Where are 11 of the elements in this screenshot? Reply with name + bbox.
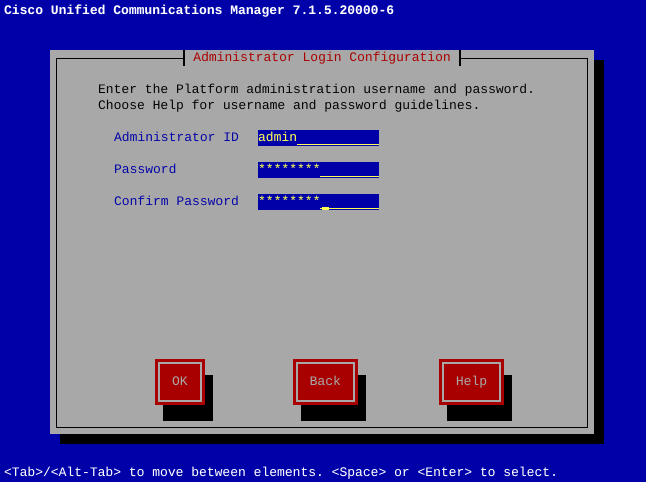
input-field[interactable]: ******** <box>258 162 379 178</box>
field-label: Confirm Password <box>114 194 240 210</box>
instruction-text: Enter the Platform administration username and password. <box>98 82 535 98</box>
dialog-title: Administrator Login Configuration <box>183 50 461 66</box>
field-label: Password <box>114 162 178 178</box>
input-field[interactable]: admin <box>258 130 379 146</box>
screen-title: Cisco Unified Communications Manager 7.1.5.20000-6 <box>3 2 394 19</box>
input-field[interactable]: ******** <box>258 194 379 210</box>
instruction-text: Choose Help for username and password guidelines. <box>98 98 480 114</box>
status-text: <Tab>/<Alt-Tab> to move between elements. <Space> or <Enter> to select. <box>3 465 558 482</box>
field-label: Administrator ID <box>114 130 240 146</box>
